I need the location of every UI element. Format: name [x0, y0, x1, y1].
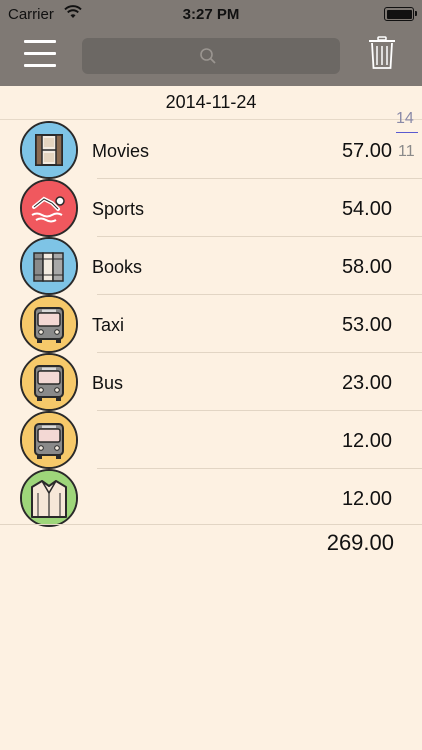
category-label: Taxi [92, 315, 125, 335]
shirt-icon [20, 469, 78, 527]
hamburger-menu-icon[interactable] [24, 40, 56, 68]
bus-icon [20, 353, 78, 411]
battery-icon [384, 7, 417, 21]
bus-icon [20, 295, 78, 353]
list-item[interactable]: 12.00 [0, 468, 422, 527]
list-item[interactable]: Taxi 53.00 [0, 294, 422, 353]
clock-label: 3:27 PM [182, 6, 240, 23]
search-icon [200, 48, 216, 64]
swimmer-icon [20, 179, 78, 237]
books-icon [20, 237, 78, 295]
amount-value: 53.00 [341, 314, 392, 336]
film-strip-icon [20, 121, 78, 179]
search-input[interactable] [82, 38, 340, 74]
list-item[interactable]: Books 58.00 [0, 236, 422, 295]
list-item[interactable]: Bus 23.00 [0, 352, 422, 411]
amount-value: 12.00 [341, 430, 392, 452]
amount-value: 58.00 [341, 256, 392, 278]
list-item[interactable]: Sports 54.00 [0, 178, 422, 237]
category-label: Movies [92, 141, 150, 161]
divider [0, 524, 422, 525]
list-item[interactable]: 12.00 [0, 410, 422, 469]
category-label: Bus [92, 373, 124, 393]
status-bar: Carrier 3:27 PM [0, 0, 422, 28]
nav-bar [0, 28, 422, 86]
category-label: Sports [92, 199, 145, 219]
trash-icon[interactable] [368, 36, 396, 70]
total-amount: 269.00 [326, 530, 394, 555]
amount-value: 54.00 [341, 198, 392, 220]
category-label: Books [92, 257, 143, 277]
date-header: 2014-11-24 [165, 92, 257, 112]
amount-value: 23.00 [341, 372, 392, 394]
bus-icon [20, 411, 78, 469]
amount-value: 12.00 [341, 488, 392, 510]
list-item[interactable]: Movies 57.00 [0, 120, 422, 179]
amount-value: 57.00 [341, 140, 392, 162]
